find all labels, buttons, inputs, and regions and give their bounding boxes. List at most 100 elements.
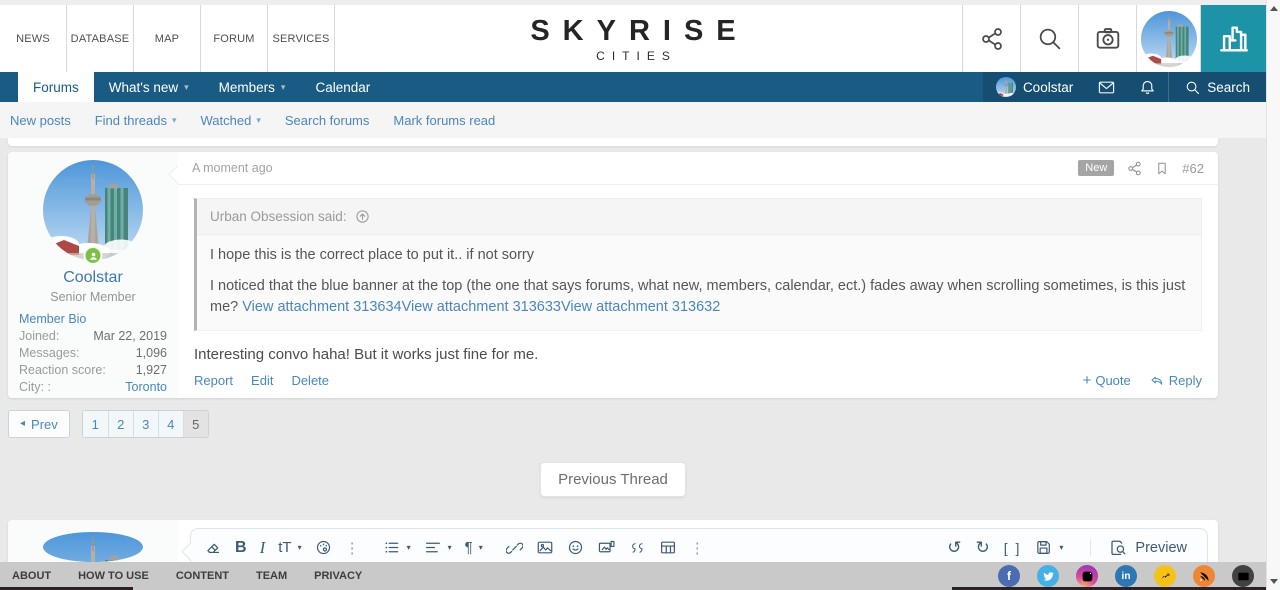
- edit-link[interactable]: Edit: [251, 373, 273, 388]
- page-button-2[interactable]: 2: [108, 411, 133, 437]
- header-nav-forum[interactable]: FORUM: [201, 5, 268, 72]
- linkedin-icon[interactable]: in: [1115, 565, 1137, 587]
- rss-icon[interactable]: [1193, 565, 1215, 587]
- bold-button[interactable]: B: [235, 540, 247, 556]
- author-name-link[interactable]: Coolstar: [19, 269, 167, 287]
- insert-link-icon[interactable]: [506, 539, 523, 556]
- skyrise-app-button[interactable]: [1200, 5, 1266, 72]
- footer-link-team[interactable]: TEAM: [256, 570, 287, 582]
- bell-icon: [1139, 79, 1156, 96]
- page-button-4[interactable]: 4: [158, 411, 183, 437]
- account-menu[interactable]: Coolstar: [983, 72, 1086, 102]
- more-options-icon[interactable]: ⋮: [690, 539, 705, 557]
- insert-image-icon[interactable]: [536, 539, 554, 556]
- share-button[interactable]: [962, 5, 1020, 72]
- save-draft-icon[interactable]: [1035, 539, 1052, 556]
- conversations-button[interactable]: [1086, 72, 1127, 102]
- reply-arrow-icon: [1149, 374, 1165, 388]
- member-bio-link[interactable]: Member Bio: [19, 311, 167, 328]
- delete-link[interactable]: Delete: [291, 373, 329, 388]
- report-link[interactable]: Report: [194, 373, 233, 388]
- paragraph-format-button[interactable]: ¶: [465, 540, 473, 555]
- view-attachment-link[interactable]: View attachment 313634: [242, 299, 401, 315]
- header-nav-services[interactable]: SERVICES: [268, 5, 335, 72]
- facebook-icon[interactable]: f: [998, 565, 1020, 587]
- remove-formatting-icon[interactable]: [205, 539, 222, 556]
- field-label: Reaction score:: [19, 362, 106, 379]
- previous-thread-button[interactable]: Previous Thread: [540, 462, 686, 497]
- footer-link-privacy[interactable]: PRIVACY: [314, 570, 362, 582]
- search-icon: [1037, 26, 1062, 51]
- italic-button[interactable]: I: [260, 539, 266, 556]
- bbcode-toggle-icon[interactable]: [ ]: [1004, 540, 1022, 556]
- header-search-button[interactable]: [1020, 5, 1078, 72]
- header-nav-database[interactable]: DATABASE: [67, 5, 134, 72]
- navbar-search-button[interactable]: Search: [1168, 72, 1266, 102]
- subnav-search-forums[interactable]: Search forums: [285, 113, 370, 128]
- email-icon[interactable]: [1232, 565, 1254, 587]
- subnav-mark-forums-read[interactable]: Mark forums read: [393, 113, 495, 128]
- footer-link-how-to-use[interactable]: HOW TO USE: [78, 570, 149, 582]
- alignment-button[interactable]: [424, 539, 442, 556]
- page-button-1[interactable]: 1: [83, 411, 108, 437]
- prev-page-button[interactable]: ◂ Prev: [8, 410, 70, 438]
- bookmark-icon[interactable]: [1155, 161, 1169, 176]
- avatar[interactable]: [43, 160, 143, 260]
- preview-button[interactable]: Preview: [1090, 539, 1193, 556]
- twitter-icon[interactable]: [1037, 565, 1059, 587]
- page-button-5-current[interactable]: 5: [183, 411, 208, 437]
- person-icon: [87, 250, 99, 262]
- navbar-right: Coolstar Search: [983, 72, 1266, 102]
- camera-button[interactable]: [1078, 5, 1136, 72]
- prev-label: Prev: [31, 417, 58, 432]
- tab-calendar[interactable]: Calendar: [300, 72, 385, 102]
- scrollbar-down-arrow[interactable]: [1270, 579, 1278, 584]
- page-button-3[interactable]: 3: [133, 411, 158, 437]
- trending-icon[interactable]: [1154, 565, 1176, 587]
- footer-link-content[interactable]: CONTENT: [176, 570, 229, 582]
- preview-label: Preview: [1135, 540, 1187, 556]
- tab-whats-new[interactable]: What's new▾: [94, 72, 204, 102]
- insert-media-icon[interactable]: [597, 539, 616, 556]
- insert-quote-icon[interactable]: [629, 540, 646, 555]
- header-nav-news[interactable]: NEWS: [0, 5, 67, 72]
- subnav-new-posts[interactable]: New posts: [10, 113, 71, 128]
- footer-link-about[interactable]: ABOUT: [12, 570, 51, 582]
- post-timestamp[interactable]: A moment ago: [192, 161, 273, 175]
- post-actions-left: Report Edit Delete: [194, 373, 329, 388]
- logo-line-1: SKYRISE: [517, 15, 748, 48]
- text-color-icon[interactable]: [315, 539, 332, 556]
- sub-navigation: New posts Find threads▾ Watched▾ Search …: [0, 102, 1266, 138]
- header-nav-map[interactable]: MAP: [134, 5, 201, 72]
- chevron-left-icon: ◂: [20, 419, 25, 429]
- alerts-button[interactable]: [1127, 72, 1168, 102]
- scrollbar-up-arrow[interactable]: [1270, 6, 1278, 11]
- share-icon[interactable]: [1127, 161, 1142, 176]
- chevron-down-icon: ▾: [407, 543, 411, 552]
- post-number-link[interactable]: #62: [1182, 161, 1204, 176]
- author-panel: Coolstar Senior Member Member Bio Joined…: [8, 152, 178, 398]
- reply-button[interactable]: Reply: [1149, 373, 1202, 388]
- scrollbar[interactable]: [1266, 0, 1280, 590]
- post-body-text: Interesting convo haha! But it works jus…: [178, 331, 1218, 363]
- insert-table-icon[interactable]: [659, 539, 677, 556]
- smilies-icon[interactable]: [567, 539, 584, 556]
- font-size-button[interactable]: tT: [278, 540, 291, 555]
- view-attachment-link[interactable]: View attachment 313633: [402, 299, 561, 315]
- redo-icon[interactable]: ↻: [975, 539, 989, 556]
- subnav-find-threads[interactable]: Find threads▾: [95, 113, 177, 128]
- avatar: [1141, 11, 1197, 67]
- view-attachment-link[interactable]: View attachment 313632: [561, 299, 720, 315]
- instagram-icon[interactable]: [1076, 565, 1098, 587]
- field-value-link[interactable]: Toronto: [125, 379, 167, 396]
- jump-to-post-icon[interactable]: [355, 209, 370, 224]
- tab-forums[interactable]: Forums: [18, 72, 94, 102]
- subnav-watched[interactable]: Watched▾: [201, 113, 261, 128]
- quote-header: Urban Obsession said:: [197, 199, 1201, 235]
- header-avatar-button[interactable]: [1136, 5, 1200, 72]
- more-options-icon[interactable]: ⋮: [345, 539, 360, 557]
- undo-icon[interactable]: ↺: [947, 539, 961, 556]
- list-button[interactable]: [383, 539, 401, 556]
- quote-button[interactable]: +Quote: [1083, 373, 1131, 388]
- tab-members[interactable]: Members▾: [204, 72, 301, 102]
